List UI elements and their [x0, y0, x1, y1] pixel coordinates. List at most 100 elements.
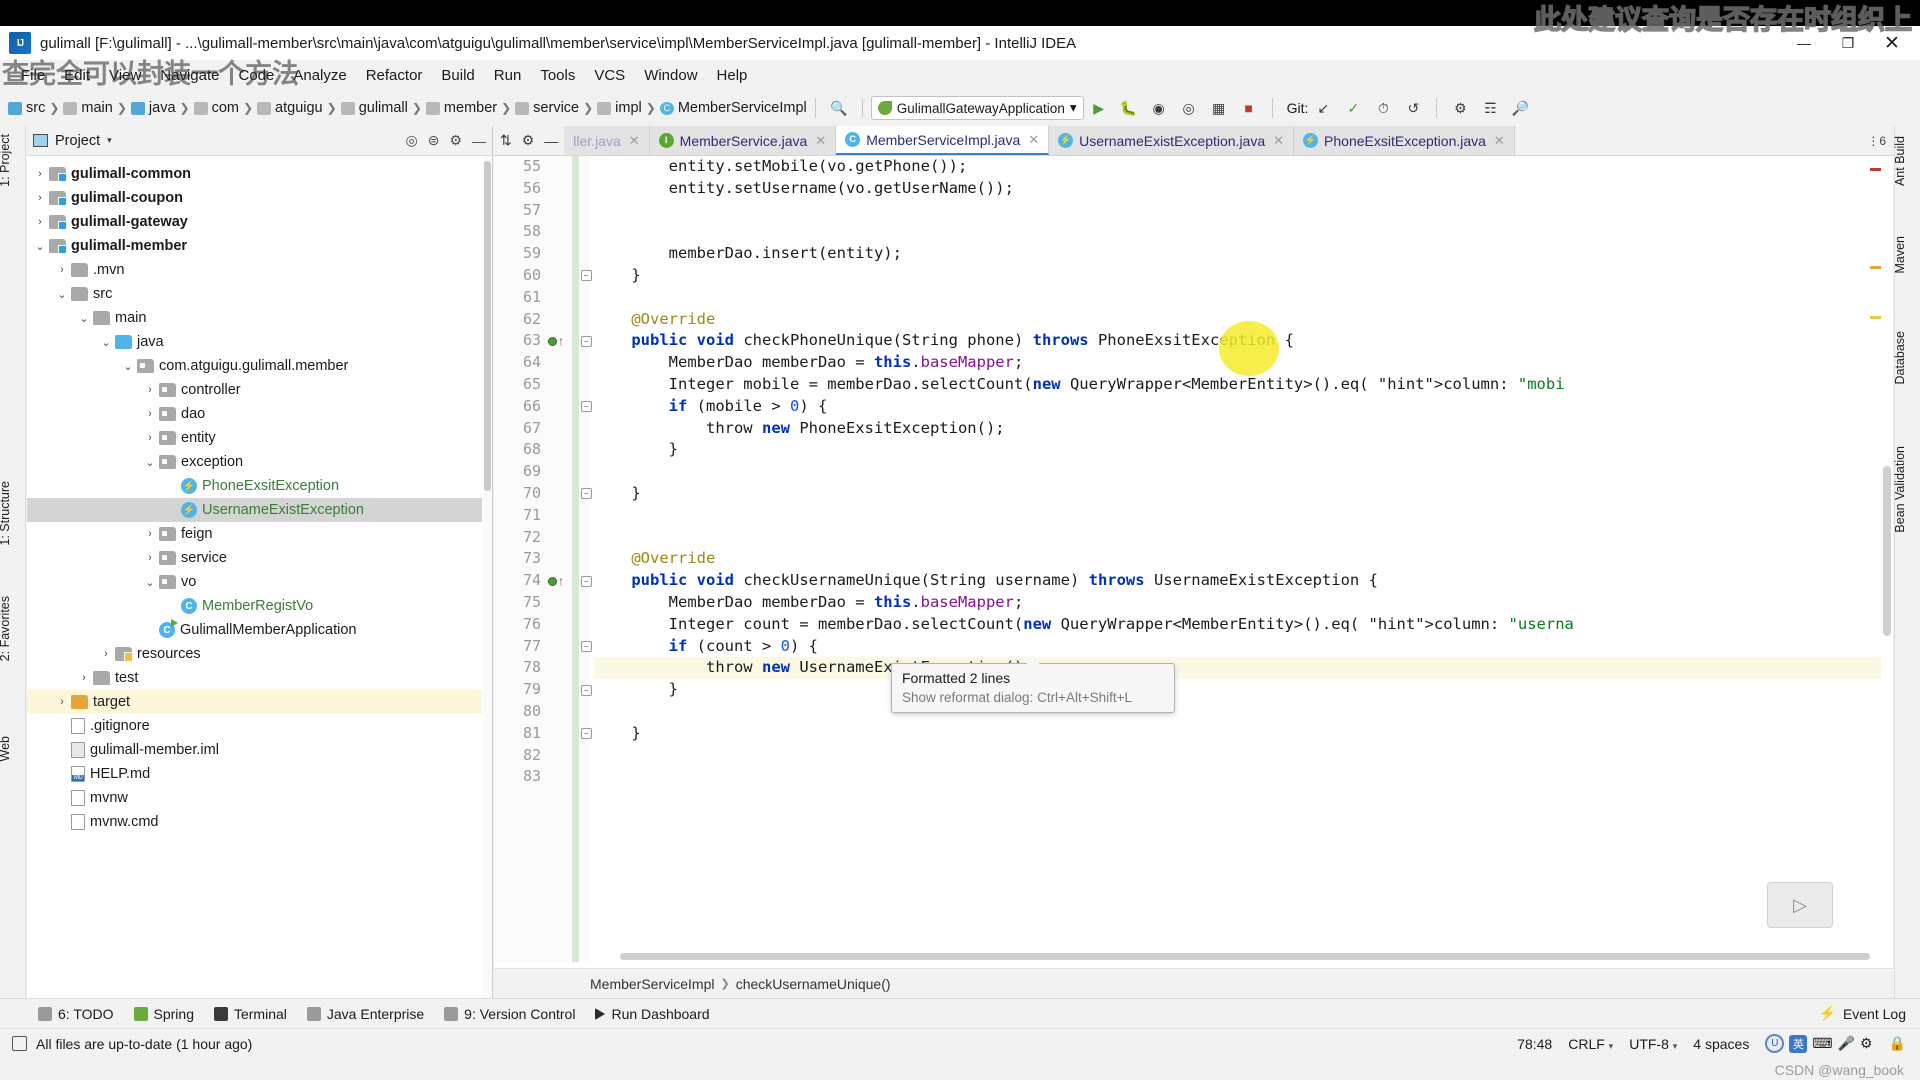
fold-marker[interactable]: [579, 701, 593, 723]
tree-node-feign[interactable]: › feign: [27, 522, 482, 546]
gutter-annotation[interactable]: [546, 527, 572, 549]
tree-node-memberregistvo[interactable]: ›CMemberRegistVo: [27, 594, 482, 618]
fold-marker[interactable]: [579, 614, 593, 636]
chevron-down-icon[interactable]: ⌄: [53, 288, 71, 301]
tree-node-src[interactable]: ⌄ src: [27, 282, 482, 306]
gutter-annotation[interactable]: [546, 461, 572, 483]
lock-icon[interactable]: 🔒: [1889, 1035, 1906, 1052]
sogou-ime-icon[interactable]: U: [1765, 1034, 1785, 1053]
menu-analyze[interactable]: Analyze: [284, 64, 355, 87]
left-tool-strip[interactable]: 1: Project 1: Structure 2: Favorites Web: [0, 126, 26, 998]
chevron-down-icon[interactable]: ⌄: [31, 240, 49, 253]
breadcrumb-method[interactable]: checkUsernameUnique(): [736, 976, 891, 992]
menu-vcs[interactable]: VCS: [585, 64, 634, 87]
tree-node-gulimall-gateway[interactable]: › gulimall-gateway: [27, 210, 482, 234]
scrollbar-thumb[interactable]: [620, 953, 1870, 960]
menu-help[interactable]: Help: [708, 64, 757, 87]
fold-marker[interactable]: −: [579, 483, 593, 505]
tree-node-gitignore[interactable]: ›.gitignore: [27, 714, 482, 738]
tree-node-gulimallmemberapplication[interactable]: ›CGulimallMemberApplication: [27, 618, 482, 642]
close-icon[interactable]: ✕: [1273, 133, 1284, 149]
code-line[interactable]: [594, 200, 1893, 222]
event-log-button[interactable]: ⚡ Event Log: [1819, 1005, 1920, 1022]
nav-crumb-gulimall[interactable]: gulimall ❯: [340, 100, 426, 116]
fold-marker[interactable]: [579, 657, 593, 679]
fold-marker[interactable]: [579, 461, 593, 483]
ime-mic-icon[interactable]: 🎤: [1838, 1035, 1855, 1052]
run-method-icon[interactable]: [548, 576, 557, 586]
code-line[interactable]: }: [594, 265, 1893, 287]
gutter-annotation[interactable]: [546, 287, 572, 309]
code-line[interactable]: MemberDao memberDao = this.baseMapper;: [594, 592, 1893, 614]
fold-marker[interactable]: [579, 745, 593, 767]
fold-marker[interactable]: −: [579, 396, 593, 418]
tool-window-favorites[interactable]: 2: Favorites: [0, 596, 24, 661]
gutter-annotation[interactable]: [546, 352, 572, 374]
gutter-annotation[interactable]: [546, 156, 572, 178]
warning-marker[interactable]: [1870, 316, 1881, 319]
code-line[interactable]: if (count > 0) {: [594, 636, 1893, 658]
error-marker[interactable]: [1870, 168, 1881, 171]
chevron-right-icon[interactable]: ›: [31, 168, 49, 180]
run-with-coverage-button[interactable]: ◉: [1144, 95, 1174, 121]
code-line[interactable]: Integer mobile = memberDao.selectCount(n…: [594, 374, 1893, 396]
menu-build[interactable]: Build: [432, 64, 483, 87]
editor-tab-controller[interactable]: ller.java ✕: [564, 126, 650, 155]
gutter-annotation[interactable]: ↑: [546, 330, 572, 352]
search-everywhere-icon[interactable]: 🔎: [1505, 95, 1535, 121]
file-encoding[interactable]: UTF-8 ▾: [1629, 1036, 1677, 1052]
gutter-annotation[interactable]: [546, 483, 572, 505]
editor-horizontal-scrollbar[interactable]: [590, 951, 1879, 962]
code-folding-column[interactable]: − − − − − − − −: [579, 156, 593, 788]
chevron-right-icon[interactable]: ›: [53, 696, 71, 708]
chevron-right-icon[interactable]: ›: [97, 648, 115, 660]
project-panel-header[interactable]: Project ▾ ◎ ⊜ ⚙ —: [27, 126, 492, 156]
chevron-right-icon[interactable]: ›: [141, 552, 159, 564]
code-editor[interactable]: 55 56 57 58 59 60 61 62 63 64 65 66 67 68 69 70 71 72 73 74…: [494, 156, 1893, 962]
gutter-annotation[interactable]: [546, 592, 572, 614]
close-icon[interactable]: ✕: [1028, 132, 1039, 148]
tree-node-java[interactable]: ⌄ java: [27, 330, 482, 354]
menu-refactor[interactable]: Refactor: [357, 64, 432, 87]
tool-window-database[interactable]: Database: [1893, 331, 1919, 385]
menu-navigate[interactable]: Navigate: [151, 64, 228, 87]
settings-icon[interactable]: ⚙: [449, 132, 462, 149]
attach-process-button[interactable]: ▦: [1204, 95, 1234, 121]
code-line[interactable]: [594, 745, 1893, 767]
ime-settings-icon[interactable]: ⚙: [1860, 1035, 1873, 1052]
search-icon[interactable]: 🔍: [824, 95, 854, 121]
debug-button[interactable]: 🐛: [1114, 95, 1144, 121]
tool-window-version-control[interactable]: 9: Version Control: [444, 1006, 575, 1022]
fold-marker[interactable]: −: [579, 265, 593, 287]
ime-indicator[interactable]: U 英 ⌨ 🎤 ⚙: [1765, 1034, 1873, 1053]
gutter-annotation[interactable]: [546, 418, 572, 440]
chevron-right-icon[interactable]: ›: [31, 216, 49, 228]
tree-node-mvnw[interactable]: ›mvnw: [27, 786, 482, 810]
fold-marker[interactable]: [579, 309, 593, 331]
gutter-annotation[interactable]: [546, 439, 572, 461]
nav-crumb-atguigu[interactable]: atguigu ❯: [257, 100, 341, 116]
menu-file[interactable]: File: [12, 64, 54, 87]
chevron-down-icon[interactable]: ⌄: [75, 312, 93, 325]
chevron-right-icon[interactable]: ›: [75, 672, 93, 684]
update-project-icon[interactable]: ↙: [1308, 95, 1338, 121]
fold-marker[interactable]: [579, 200, 593, 222]
settings-icon[interactable]: ⚙: [1445, 95, 1475, 121]
close-button[interactable]: ✕: [1870, 28, 1914, 58]
gutter-annotations[interactable]: ↑ ↑: [546, 156, 572, 788]
gutter-annotation[interactable]: [546, 396, 572, 418]
close-icon[interactable]: ✕: [629, 133, 640, 149]
fold-marker[interactable]: −: [579, 723, 593, 745]
tree-node-dao[interactable]: › dao: [27, 402, 482, 426]
nav-crumb-java[interactable]: java ❯: [130, 100, 194, 116]
editor-vertical-scrollbar[interactable]: [1881, 156, 1893, 962]
tree-node-com-atguigu-gulimall-member[interactable]: ⌄ com.atguigu.gulimall.member: [27, 354, 482, 378]
tool-window-todo[interactable]: 6: TODO: [38, 1006, 114, 1022]
scrollbar-thumb[interactable]: [484, 161, 491, 491]
editor-tab-member-service[interactable]: I MemberService.java ✕: [649, 126, 837, 155]
menu-code[interactable]: Code: [229, 64, 283, 87]
fold-marker[interactable]: [579, 527, 593, 549]
gutter-annotation[interactable]: [546, 265, 572, 287]
breadcrumb-class[interactable]: MemberServiceImpl: [590, 976, 714, 992]
code-line[interactable]: @Override: [594, 548, 1893, 570]
